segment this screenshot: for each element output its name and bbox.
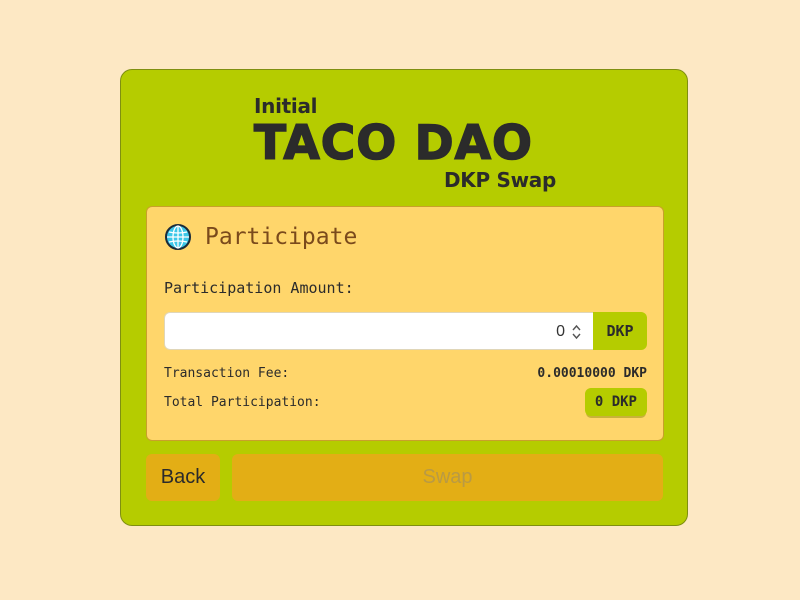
- stepper-icon[interactable]: [572, 324, 581, 340]
- amount-input-group: 0 DKP: [164, 312, 647, 350]
- back-button[interactable]: Back: [146, 454, 220, 501]
- unit-addon: DKP: [593, 312, 647, 350]
- total-label: Total Participation:: [164, 394, 321, 410]
- participate-panel: Participate Participation Amount: 0 DKP …: [146, 206, 664, 441]
- fee-value: 0.00010000 DKP: [537, 365, 647, 381]
- swap-button[interactable]: Swap: [232, 454, 663, 501]
- page-title: TACO DAO: [253, 115, 533, 172]
- amount-value: 0: [556, 323, 565, 340]
- amount-input[interactable]: 0: [164, 312, 593, 350]
- page-subtitle: DKP Swap: [443, 168, 556, 192]
- panel-header: Participate: [165, 224, 357, 250]
- pre-title: Initial: [254, 94, 318, 118]
- total-badge: 0 DKP: [584, 388, 647, 416]
- title-block: Initial TACO DAO DKP Swap: [253, 92, 556, 192]
- amount-label: Participation Amount:: [164, 279, 354, 297]
- total-row: Total Participation: 0 DKP: [164, 387, 647, 417]
- fee-row: Transaction Fee: 0.00010000 DKP: [164, 364, 647, 382]
- panel-title: Participate: [205, 224, 358, 250]
- swap-card: Initial TACO DAO DKP Swap Participate Pa…: [120, 69, 688, 526]
- fee-label: Transaction Fee:: [164, 365, 290, 381]
- globe-icon: [165, 224, 191, 250]
